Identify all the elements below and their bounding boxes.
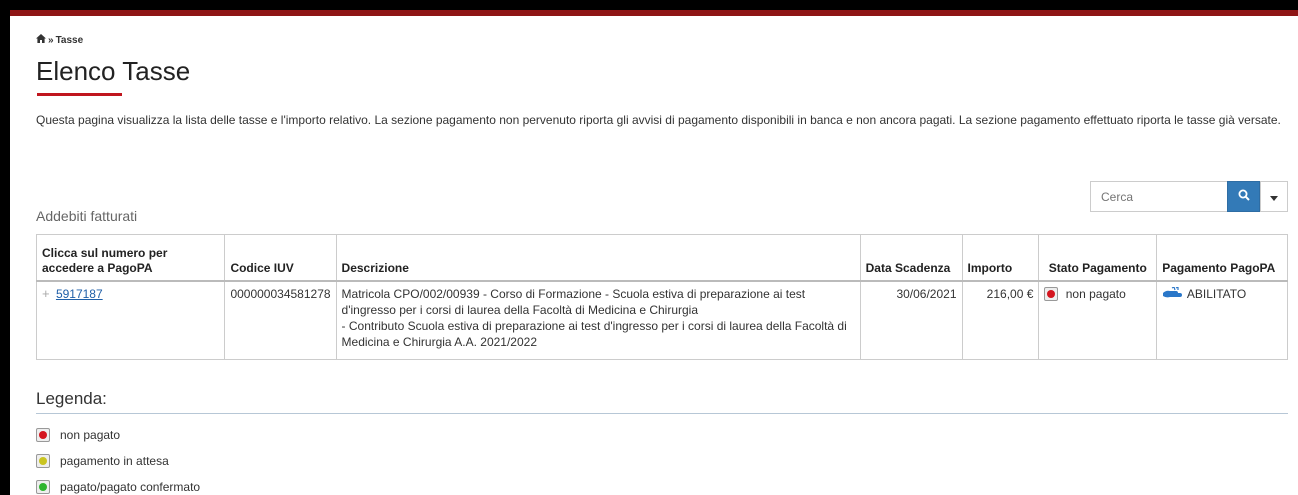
cell-importo: 216,00 € bbox=[961, 280, 1040, 360]
breadcrumb-current: Tasse bbox=[55, 34, 84, 46]
breadcrumb: » Tasse bbox=[36, 34, 83, 46]
col-header-iuv[interactable]: Codice IUV bbox=[224, 234, 337, 281]
legend-label: non pagato bbox=[60, 428, 121, 442]
search-icon bbox=[1238, 188, 1250, 206]
title-underline bbox=[37, 93, 122, 96]
legend-item-in-attesa: pagamento in attesa bbox=[36, 454, 169, 468]
page-intro: Questa pagina visualizza la lista delle … bbox=[36, 113, 1281, 127]
search-group bbox=[1090, 181, 1288, 212]
pagopa-status-label[interactable]: ABILITATO bbox=[1187, 287, 1246, 301]
description-line-1: Matricola CPO/002/00939 - Corso di Forma… bbox=[341, 286, 806, 317]
expand-plus-icon[interactable]: + bbox=[42, 286, 50, 301]
legend-divider bbox=[36, 413, 1288, 414]
status-red-icon bbox=[36, 428, 50, 442]
cell-descrizione: Matricola CPO/002/00939 - Corso di Forma… bbox=[335, 280, 861, 360]
cell-scadenza: 30/06/2021 bbox=[859, 280, 963, 360]
pagopa-hand-icon[interactable] bbox=[1162, 286, 1187, 301]
section-label: Addebiti fatturati bbox=[36, 208, 138, 224]
legend-title: Legenda: bbox=[36, 389, 107, 408]
col-header-numero[interactable]: Clicca sul numero per accedere a PagoPA bbox=[35, 234, 226, 281]
status-yellow-icon bbox=[36, 454, 50, 468]
table-header-row: Clicca sul numero per accedere a PagoPA … bbox=[35, 234, 1288, 281]
pagopa-number-link[interactable]: 5917187 bbox=[56, 287, 103, 301]
description-line-2: - Contributo Scuola estiva di preparazio… bbox=[341, 318, 847, 349]
legend-item-pagato: pagato/pagato confermato bbox=[36, 480, 200, 494]
legend-label: pagato/pagato confermato bbox=[60, 480, 201, 494]
col-header-pagopa[interactable]: Pagamento PagoPA bbox=[1156, 234, 1288, 281]
caret-down-icon bbox=[1270, 188, 1278, 206]
page-frame: » Tasse Elenco Tasse Questa pagina visua… bbox=[10, 10, 1298, 495]
search-input[interactable] bbox=[1090, 181, 1227, 212]
cell-numero: + 5917187 bbox=[35, 280, 226, 360]
status-green-icon bbox=[36, 480, 50, 494]
col-header-scadenza[interactable]: Data Scadenza bbox=[859, 234, 963, 281]
breadcrumb-separator: » bbox=[48, 34, 54, 46]
table-row: + 5917187 000000034581278 Matricola CPO/… bbox=[35, 280, 1288, 360]
home-icon[interactable] bbox=[36, 34, 46, 46]
cell-pagopa: ABILITATO bbox=[1156, 280, 1288, 360]
taxes-table: Clicca sul numero per accedere a PagoPA … bbox=[35, 234, 1288, 360]
legend-label: pagamento in attesa bbox=[60, 454, 169, 468]
col-header-importo[interactable]: Importo bbox=[961, 234, 1040, 281]
legend-item-non-pagato: non pagato bbox=[36, 428, 120, 442]
status-label: non pagato bbox=[1065, 286, 1126, 301]
search-options-button[interactable] bbox=[1260, 181, 1288, 212]
status-red-icon bbox=[1044, 287, 1059, 302]
cell-iuv: 000000034581278 bbox=[224, 280, 337, 360]
col-header-stato[interactable]: Stato Pagamento bbox=[1038, 234, 1158, 281]
page-title: Elenco Tasse bbox=[36, 56, 191, 86]
col-header-descrizione[interactable]: Descrizione bbox=[335, 234, 861, 281]
cell-stato: non pagato bbox=[1038, 280, 1158, 360]
search-button[interactable] bbox=[1227, 181, 1260, 212]
